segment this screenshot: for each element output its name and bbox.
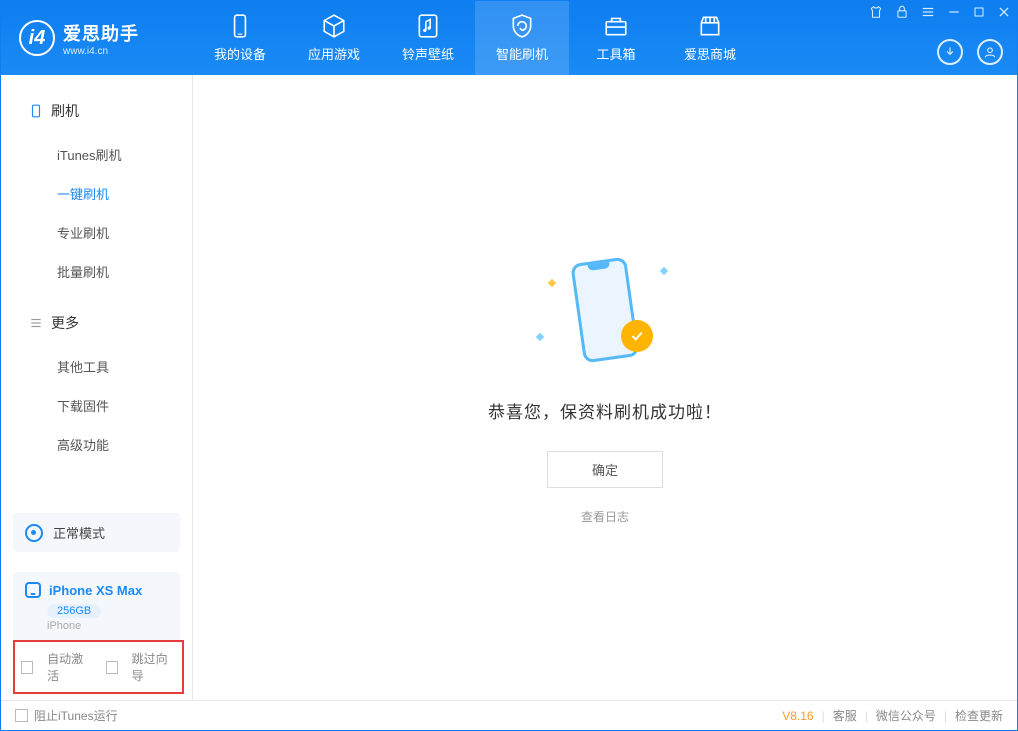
success-illustration (545, 250, 665, 370)
maximize-button[interactable] (973, 6, 985, 18)
option-label: 跳过向导 (132, 650, 176, 684)
refresh-shield-icon (509, 13, 535, 39)
main-content: 恭喜您，保资料刷机成功啦！ 确定 查看日志 (193, 75, 1017, 700)
version-label: V8.16 (782, 709, 813, 723)
footer: 阻止iTunes运行 V8.16 | 客服 | 微信公众号 | 检查更新 (1, 700, 1017, 730)
list-icon (29, 316, 43, 330)
store-icon (697, 13, 723, 39)
checkbox-block-itunes[interactable] (15, 709, 28, 722)
phone-icon (29, 104, 43, 118)
device-type: iPhone (47, 620, 168, 632)
footer-link-wechat[interactable]: 微信公众号 (876, 707, 936, 724)
sidebar-group-flash: 刷机 (1, 95, 192, 127)
tab-label: 智能刷机 (496, 44, 548, 63)
tab-apps[interactable]: 应用游戏 (287, 1, 381, 75)
checkbox-auto-activate[interactable] (21, 661, 33, 674)
sidebar-item-itunes-flash[interactable]: iTunes刷机 (1, 135, 192, 174)
device-info[interactable]: iPhone XS Max 256GB iPhone (13, 572, 180, 642)
mode-indicator[interactable]: 正常模式 (13, 513, 180, 552)
view-log-link[interactable]: 查看日志 (581, 508, 629, 525)
cube-icon (321, 13, 347, 39)
toolbox-icon (603, 13, 629, 39)
lock-icon[interactable] (895, 5, 909, 19)
app-name: 爱思助手 (63, 20, 139, 46)
window-controls (869, 5, 1011, 19)
footer-label: 阻止iTunes运行 (34, 707, 118, 724)
success-message: 恭喜您，保资料刷机成功啦！ (488, 398, 722, 423)
app-url: www.i4.cn (63, 46, 139, 57)
app-header: i4 爱思助手 www.i4.cn 我的设备 应用游戏 铃声壁纸 智能刷机 工具… (1, 1, 1017, 75)
device-icon (227, 13, 253, 39)
sidebar-group-more: 更多 (1, 307, 192, 339)
menu-icon[interactable] (921, 5, 935, 19)
tab-flash[interactable]: 智能刷机 (475, 1, 569, 75)
tab-label: 应用游戏 (308, 44, 360, 63)
checkbox-skip-guide[interactable] (106, 661, 118, 674)
footer-link-support[interactable]: 客服 (833, 707, 857, 724)
main-tabs: 我的设备 应用游戏 铃声壁纸 智能刷机 工具箱 爱思商城 (193, 1, 757, 75)
tab-tools[interactable]: 工具箱 (569, 1, 663, 75)
mode-label: 正常模式 (53, 523, 105, 542)
group-title: 更多 (51, 313, 79, 333)
device-icon (25, 582, 41, 598)
sidebar-item-batch-flash[interactable]: 批量刷机 (1, 252, 192, 291)
checkmark-icon (621, 320, 653, 352)
sidebar-item-pro-flash[interactable]: 专业刷机 (1, 213, 192, 252)
music-icon (415, 13, 441, 39)
confirm-button[interactable]: 确定 (547, 451, 663, 488)
tab-label: 工具箱 (596, 44, 635, 63)
tab-label: 我的设备 (214, 44, 266, 63)
minimize-button[interactable] (947, 5, 961, 19)
tab-device[interactable]: 我的设备 (193, 1, 287, 75)
tab-label: 铃声壁纸 (402, 44, 454, 63)
user-button[interactable] (977, 39, 1003, 65)
tab-store[interactable]: 爱思商城 (663, 1, 757, 75)
header-right-buttons (937, 39, 1003, 65)
sidebar-item-oneclick-flash[interactable]: 一键刷机 (1, 174, 192, 213)
device-name: iPhone XS Max (49, 583, 142, 598)
download-button[interactable] (937, 39, 963, 65)
logo-icon: i4 (19, 20, 55, 56)
app-logo: i4 爱思助手 www.i4.cn (1, 20, 193, 57)
tab-label: 爱思商城 (684, 44, 736, 63)
flash-options: 自动激活 跳过向导 (13, 640, 184, 694)
footer-link-update[interactable]: 检查更新 (955, 707, 1003, 724)
tab-ringtones[interactable]: 铃声壁纸 (381, 1, 475, 75)
sidebar-item-download-firmware[interactable]: 下载固件 (1, 386, 192, 425)
close-button[interactable] (997, 5, 1011, 19)
mode-icon (25, 524, 43, 542)
tshirt-icon[interactable] (869, 5, 883, 19)
group-title: 刷机 (51, 101, 79, 121)
sidebar: 刷机 iTunes刷机 一键刷机 专业刷机 批量刷机 更多 其他工具 下载固件 … (1, 75, 193, 700)
option-label: 自动激活 (47, 650, 91, 684)
sidebar-item-advanced[interactable]: 高级功能 (1, 425, 192, 464)
sidebar-item-other-tools[interactable]: 其他工具 (1, 347, 192, 386)
device-capacity-badge: 256GB (47, 604, 101, 618)
